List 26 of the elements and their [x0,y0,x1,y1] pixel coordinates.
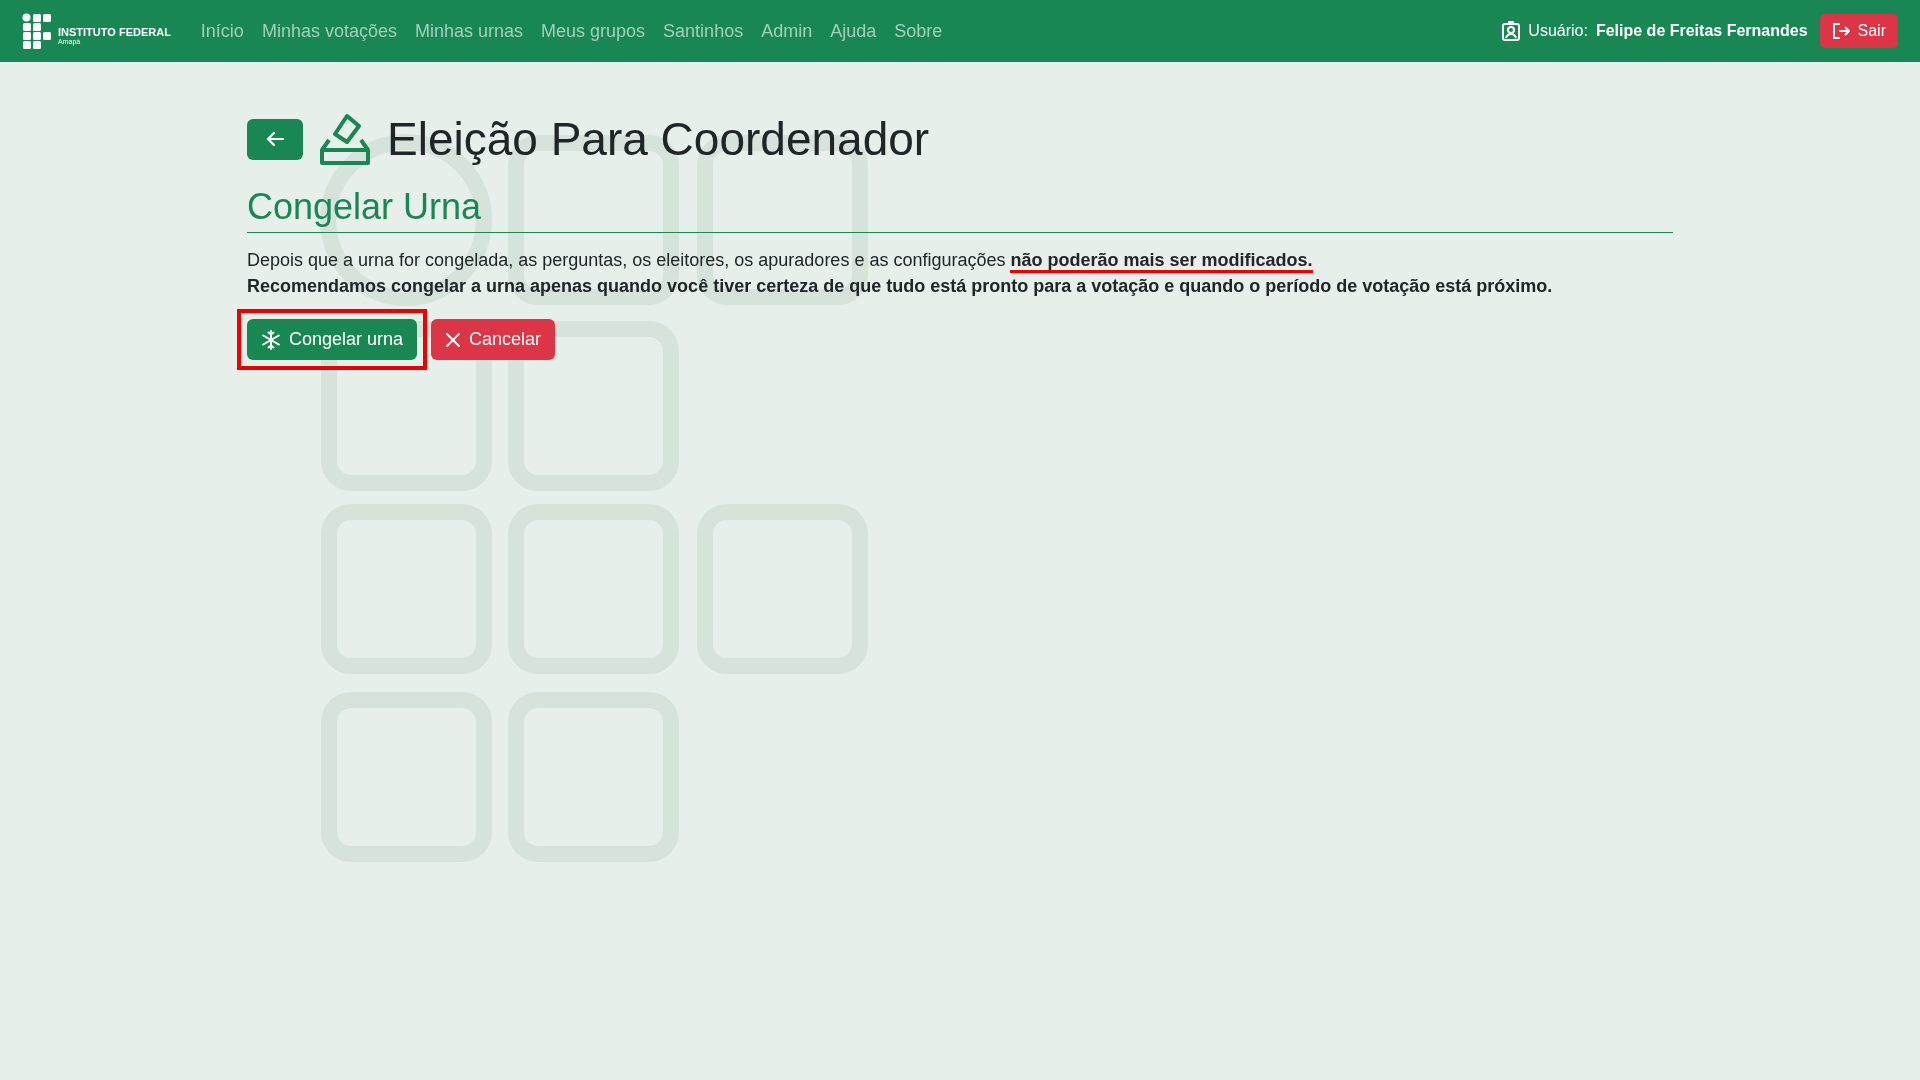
back-button[interactable] [247,118,303,160]
nav-link[interactable]: Sobre [894,20,943,42]
user-name: Felipe de Freitas Fernandes [1595,22,1808,40]
logo-title: INSTITUTO FEDERAL [58,25,171,38]
nav-link[interactable]: Meus grupos [541,20,646,42]
close-icon [445,331,462,348]
ballot-box-icon [319,112,371,166]
section-heading: Congelar Urna [247,186,1673,233]
nav-link[interactable]: Ajuda [830,20,877,42]
warning-text: Recomendamos congelar a urna apenas quando você tiver certeza de que tudo está pronto para a votação e quando o período de votação está próximo. [247,275,1554,298]
logo-icon [22,13,52,49]
nav-link[interactable]: Admin [761,20,813,42]
warning-text: Depois que a urna for congelada, as perguntas, os eleitores, os apuradores e as configurações não poderão mais ser modificados. [247,247,1673,273]
user-label: Usuário: [1528,22,1588,40]
nav-link[interactable]: Santinhos [663,20,744,42]
nav-link[interactable]: Minhas urnas [414,20,524,42]
back-arrow-icon [266,131,284,147]
logout-icon [1831,22,1850,40]
id-badge-icon [1502,21,1521,41]
logout-button[interactable]: Sair [1819,14,1898,48]
page-title: Eleição Para Coordenador [387,112,930,166]
snowflake-icon [261,329,281,350]
cancel-button[interactable]: Cancelar [431,319,556,360]
nav-link[interactable]: Minhas votações [261,20,397,42]
nav-link[interactable]: Início [200,20,244,42]
freeze-button[interactable]: Congelar urna [247,319,418,360]
